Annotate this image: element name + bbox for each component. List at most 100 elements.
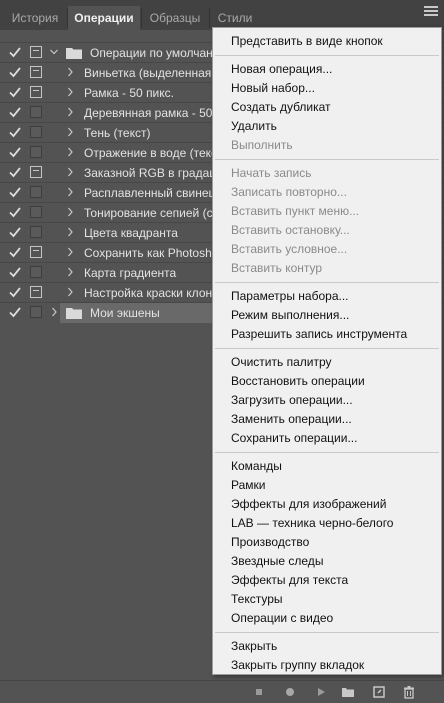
menu-item[interactable]: Параметры набора...: [231, 287, 349, 306]
menu-item[interactable]: Очистить палитру: [231, 353, 331, 372]
menu-item[interactable]: Сохранить операции...: [231, 429, 357, 448]
menu-item[interactable]: Новый набор...: [231, 79, 315, 98]
toggle-check-icon[interactable]: [8, 185, 22, 199]
dialog-toggle-icon[interactable]: [30, 166, 42, 178]
menu-item: Начать запись: [231, 166, 312, 180]
toggle-check-icon[interactable]: [8, 165, 22, 179]
toggle-check-icon[interactable]: [8, 125, 22, 139]
menu-item: Вставить условное...: [231, 242, 348, 256]
stop-icon[interactable]: [252, 685, 266, 699]
menu-item[interactable]: Эффекты для текста: [231, 571, 348, 590]
panel-menu-icon[interactable]: [424, 4, 438, 18]
folder-icon: [66, 48, 82, 59]
new-set-folder-icon[interactable]: [341, 685, 355, 699]
tab-actions[interactable]: Операции: [68, 6, 140, 30]
menu-item[interactable]: Команды: [231, 457, 282, 476]
menu-item[interactable]: Режим выполнения...: [231, 306, 349, 325]
toggle-check-icon[interactable]: [8, 45, 22, 59]
dialog-toggle-icon[interactable]: [30, 246, 42, 258]
action-label: Деревянная рамка - 50 п: [84, 106, 223, 120]
menu-separator: [215, 159, 439, 160]
toggle-check-icon[interactable]: [8, 65, 22, 79]
menu-item[interactable]: Закрыть группу вкладок: [231, 656, 364, 675]
menu-item[interactable]: Разрешить запись инструмента: [231, 325, 407, 344]
dialog-toggle-icon[interactable]: [30, 206, 42, 218]
chevron-right-icon[interactable]: [50, 306, 58, 318]
chevron-right-icon[interactable]: [66, 186, 74, 198]
play-icon[interactable]: [314, 685, 328, 699]
dialog-toggle-icon[interactable]: [30, 126, 42, 138]
menu-item[interactable]: Закрыть: [231, 637, 277, 656]
toggle-check-icon[interactable]: [8, 285, 22, 299]
menu-item: Записать повторно...: [231, 185, 347, 199]
menu-item[interactable]: Новая операция...: [231, 60, 332, 79]
panel-flyout-menu: Представить в виде кнопок Новая операция.…: [212, 27, 442, 675]
action-set-label: Операции по умолчани: [90, 46, 220, 60]
menu-item[interactable]: Заменить операции...: [231, 410, 352, 429]
tab-history[interactable]: История: [4, 6, 66, 30]
dialog-toggle-icon[interactable]: [30, 226, 42, 238]
action-label: Тень (текст): [84, 126, 151, 140]
action-label: Рамка - 50 пикс.: [84, 86, 174, 100]
toggle-check-icon[interactable]: [8, 305, 22, 319]
tab-swatches[interactable]: Образцы: [142, 6, 208, 30]
dialog-toggle-icon[interactable]: [30, 266, 42, 278]
toggle-check-icon[interactable]: [8, 85, 22, 99]
new-action-icon[interactable]: [372, 685, 386, 699]
menu-separator: [215, 632, 439, 633]
chevron-right-icon[interactable]: [66, 246, 74, 258]
menu-item[interactable]: Восстановить операции: [231, 372, 365, 391]
action-label: Тонирование сепией (сл: [84, 206, 220, 220]
dialog-toggle-icon[interactable]: [30, 46, 42, 58]
menu-item[interactable]: Операции с видео: [231, 609, 333, 628]
toggle-check-icon[interactable]: [8, 145, 22, 159]
dialog-toggle-icon[interactable]: [30, 106, 42, 118]
chevron-right-icon[interactable]: [66, 286, 74, 298]
dialog-toggle-icon[interactable]: [30, 86, 42, 98]
chevron-right-icon[interactable]: [66, 66, 74, 78]
panel-tab-bar: История Операции Образцы Стили: [0, 0, 444, 30]
action-set-label: Мои экшены: [90, 306, 160, 320]
chevron-down-icon[interactable]: [50, 46, 58, 58]
menu-separator: [215, 55, 439, 56]
toggle-check-icon[interactable]: [8, 205, 22, 219]
menu-item[interactable]: Звездные следы: [231, 552, 323, 571]
menu-item: Вставить контур: [231, 261, 323, 275]
action-label: Отражение в воде (текст: [84, 146, 223, 160]
toggle-check-icon[interactable]: [8, 105, 22, 119]
menu-item[interactable]: LAB — техника черно-белого: [231, 514, 393, 533]
dialog-toggle-icon[interactable]: [30, 66, 42, 78]
actions-bottom-toolbar: [0, 680, 444, 703]
menu-item[interactable]: Рамки: [231, 476, 265, 495]
chevron-right-icon[interactable]: [66, 86, 74, 98]
toggle-check-icon[interactable]: [8, 265, 22, 279]
menu-item[interactable]: Производство: [231, 533, 309, 552]
dialog-toggle-icon[interactable]: [30, 186, 42, 198]
menu-item: Вставить пункт меню...: [231, 204, 360, 218]
dialog-toggle-icon[interactable]: [30, 286, 42, 298]
menu-item[interactable]: Удалить: [231, 117, 277, 136]
menu-item[interactable]: Эффекты для изображений: [231, 495, 386, 514]
action-label: Цвета квадранта: [84, 226, 178, 240]
folder-icon: [66, 308, 82, 319]
action-label: Расплавленный свинец: [84, 186, 216, 200]
record-icon[interactable]: [283, 685, 297, 699]
dialog-toggle-icon[interactable]: [30, 306, 42, 318]
action-label: Сохранить как Photosho: [84, 246, 219, 260]
chevron-right-icon[interactable]: [66, 106, 74, 118]
chevron-right-icon[interactable]: [66, 166, 74, 178]
chevron-right-icon[interactable]: [66, 126, 74, 138]
menu-item[interactable]: Текстуры: [231, 590, 283, 609]
action-label: Карта градиента: [84, 266, 177, 280]
menu-item[interactable]: Создать дубликат: [231, 98, 331, 117]
menu-item[interactable]: Представить в виде кнопок: [231, 32, 383, 51]
chevron-right-icon[interactable]: [66, 226, 74, 238]
chevron-right-icon[interactable]: [66, 146, 74, 158]
delete-trash-icon[interactable]: [402, 685, 416, 699]
menu-item[interactable]: Загрузить операции...: [231, 391, 353, 410]
chevron-right-icon[interactable]: [66, 266, 74, 278]
chevron-right-icon[interactable]: [66, 206, 74, 218]
dialog-toggle-icon[interactable]: [30, 146, 42, 158]
toggle-check-icon[interactable]: [8, 245, 22, 259]
toggle-check-icon[interactable]: [8, 225, 22, 239]
